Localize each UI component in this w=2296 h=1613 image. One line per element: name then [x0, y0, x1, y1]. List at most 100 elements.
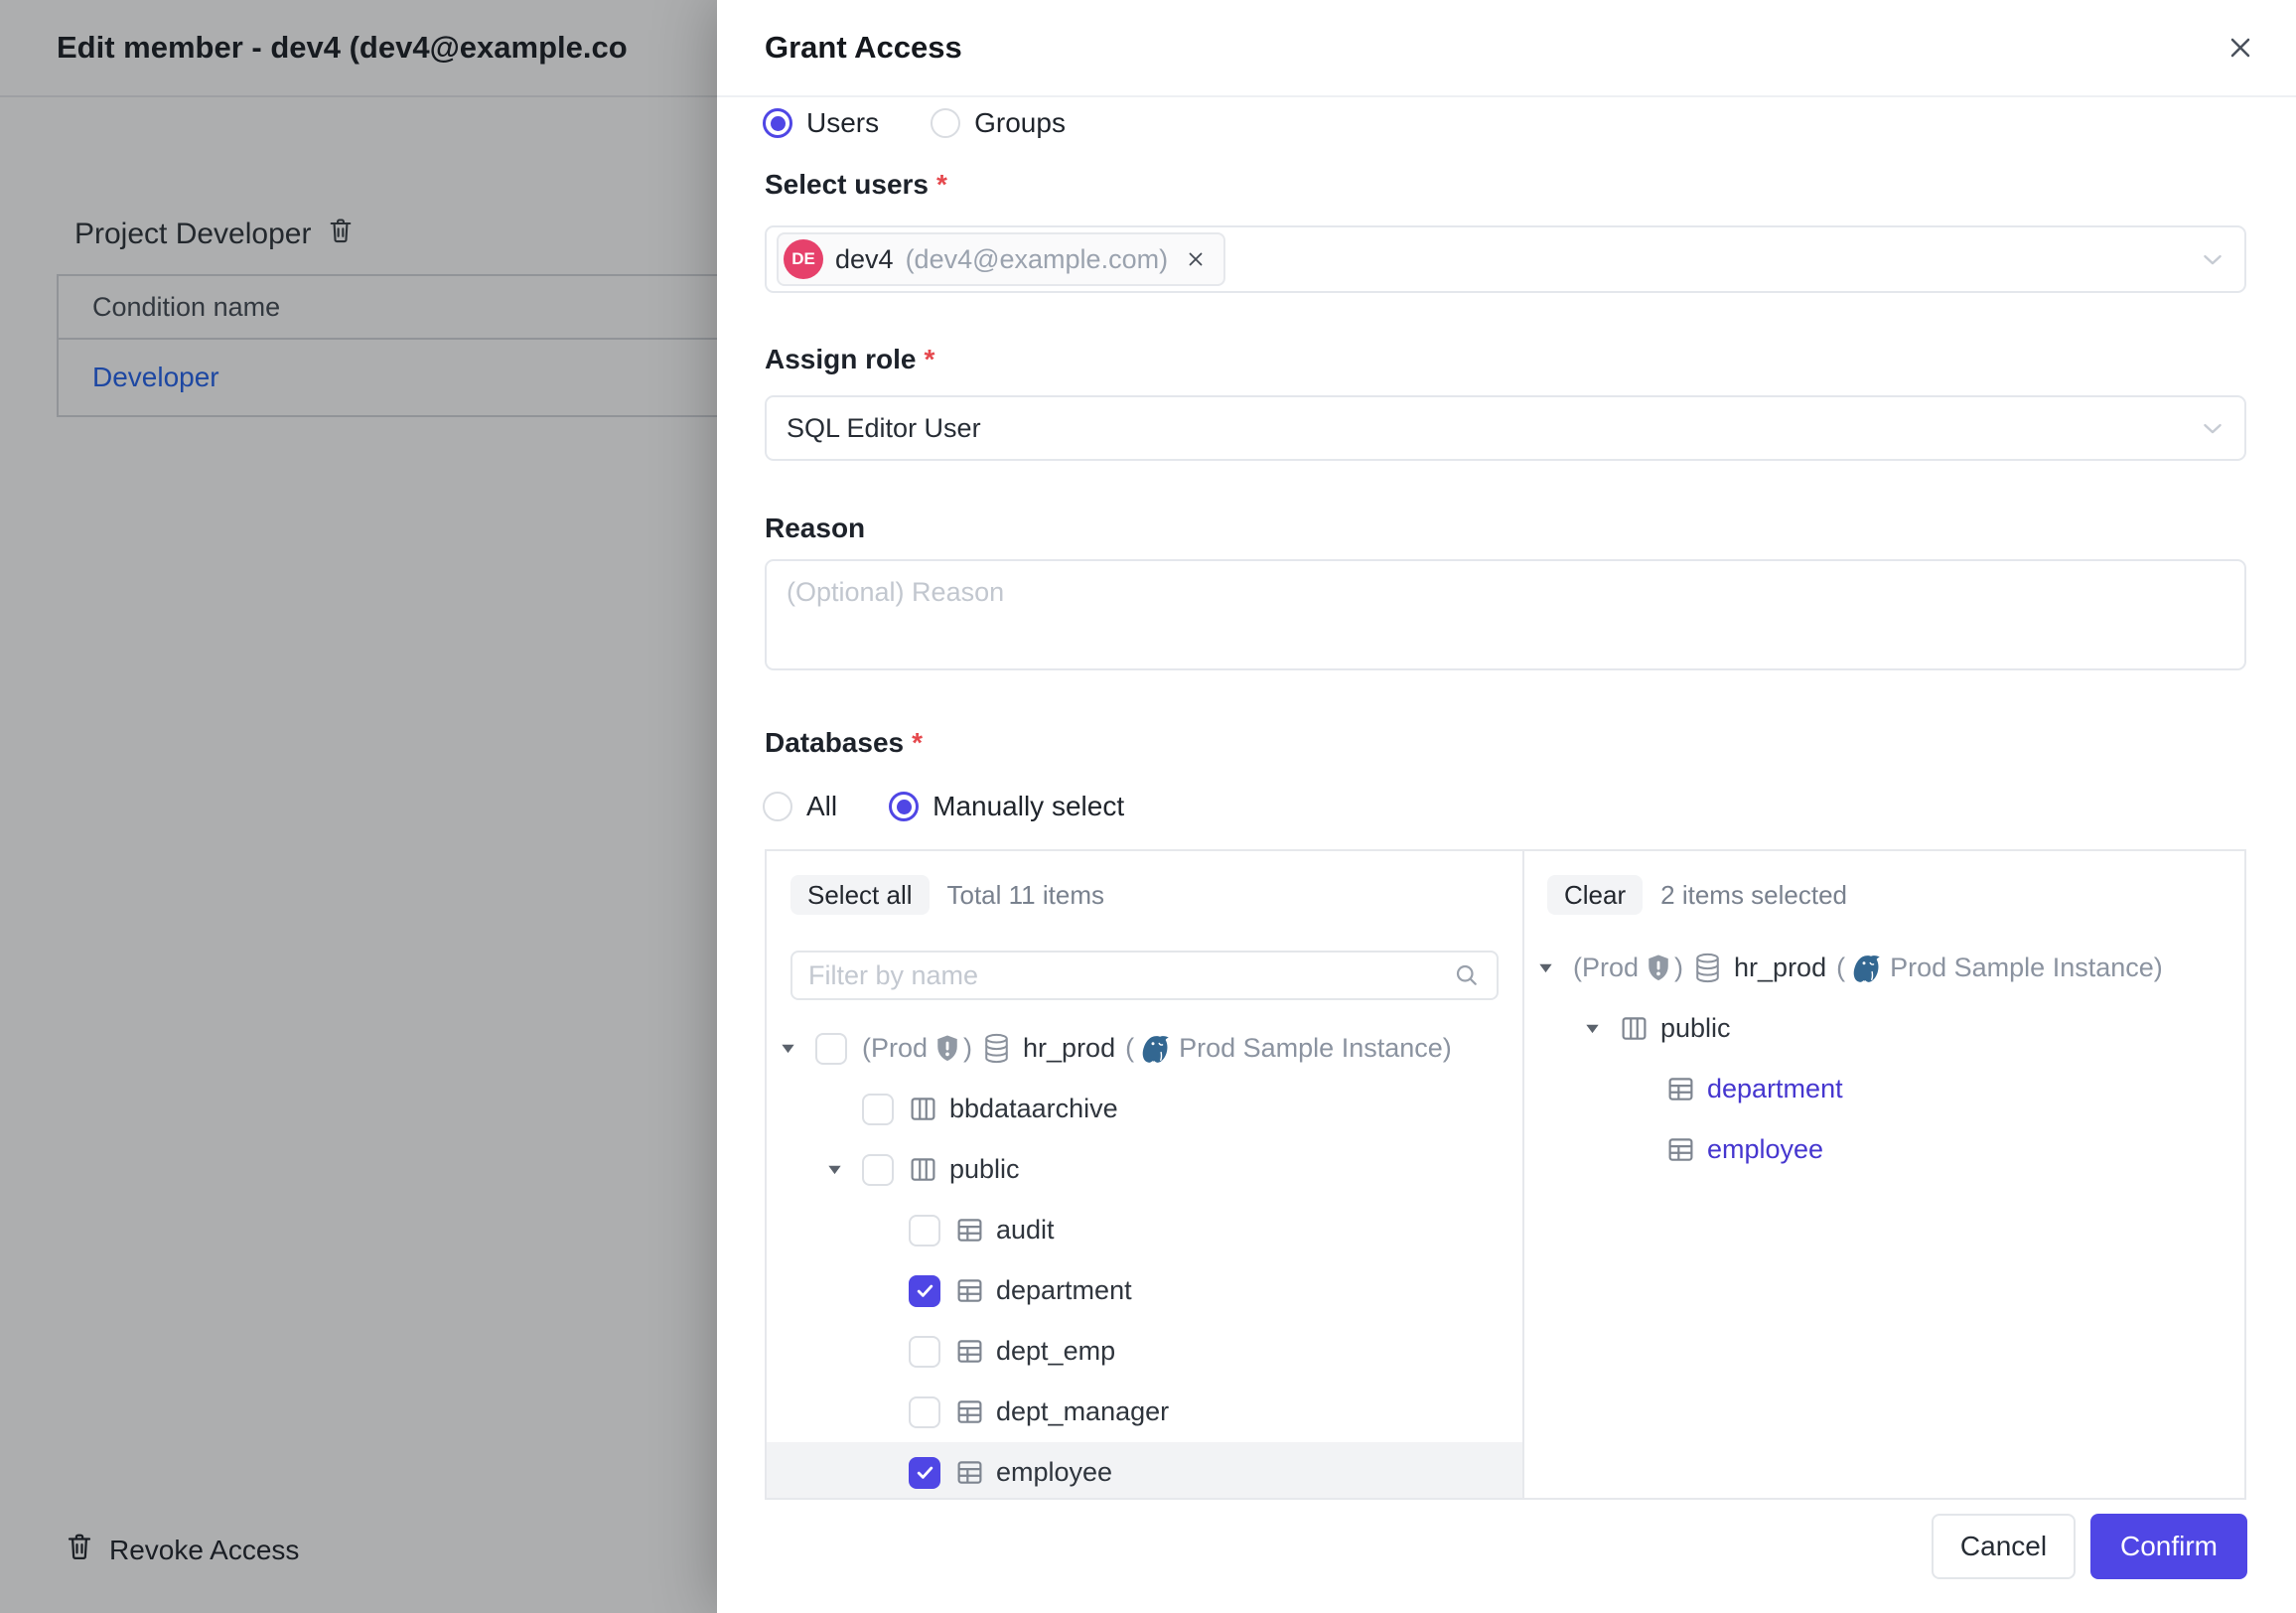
checkbox-dept_emp[interactable]: [909, 1336, 940, 1368]
shield-icon: [1646, 953, 1671, 982]
target-tree: (Prod)hr_prod(Prod Sample Instance)publi…: [1524, 938, 2244, 1498]
filter-input[interactable]: [792, 960, 1453, 991]
tree-item-label: public: [949, 1154, 1020, 1185]
select-users-label: Select users*: [765, 169, 947, 201]
environment-label: (Prod: [1573, 953, 1639, 983]
postgres-icon: [1141, 1033, 1172, 1064]
tree-row-dept_manager[interactable]: dept_manager: [767, 1382, 1522, 1442]
transfer-target-panel: Clear 2 items selected (Prod)hr_prod(Pro…: [1524, 851, 2244, 1498]
databases-mode-radio-group: All Manually select: [763, 791, 1124, 822]
table-icon: [955, 1337, 984, 1366]
radio-label: Users: [806, 107, 879, 139]
caret-down-icon[interactable]: [826, 1163, 862, 1176]
radio-label: All: [806, 791, 837, 822]
screen: Edit member - dev4 (dev4@example.co Proj…: [0, 0, 2296, 1613]
checkbox-bbdataarchive[interactable]: [862, 1094, 894, 1125]
tree-item-label: employee: [996, 1457, 1112, 1488]
user-chip: DE dev4 (dev4@example.com): [777, 232, 1225, 286]
radio-groups[interactable]: Groups: [931, 107, 1066, 139]
database-icon: [1693, 953, 1722, 983]
source-tree: (Prod) hr_prod ( Prod Sample Instance) bbdat…: [767, 1018, 1522, 1498]
grant-access-modal: Grant Access Users Groups Select users* D…: [717, 0, 2296, 1613]
tree-item-label: employee: [1707, 1134, 1823, 1165]
checkbox-department[interactable]: [909, 1275, 940, 1307]
database-icon: [982, 1033, 1011, 1064]
tree-row-bbdataarchive[interactable]: bbdataarchive: [767, 1079, 1522, 1139]
tree-item-label: audit: [996, 1215, 1055, 1246]
instance-label: Prod Sample Instance): [1890, 953, 2163, 983]
instance-label-open: (: [1125, 1033, 1134, 1064]
environment-label-close: ): [1674, 953, 1683, 983]
tree-row-employee[interactable]: employee: [1524, 1119, 2244, 1180]
radio-dot-icon: [931, 108, 960, 138]
tree-row-dept_emp[interactable]: dept_emp: [767, 1321, 1522, 1382]
instance-label-open: (: [1836, 953, 1845, 983]
tree-item-label: public: [1660, 1013, 1731, 1044]
search-icon: [1453, 961, 1481, 989]
tree-row-hr_prod[interactable]: (Prod)hr_prod(Prod Sample Instance): [1524, 938, 2244, 998]
tree-row-employee[interactable]: employee: [767, 1442, 1522, 1498]
schema-icon: [1620, 1014, 1649, 1043]
user-chip-email: (dev4@example.com): [906, 244, 1169, 275]
radio-dot-icon: [763, 108, 792, 138]
clear-button[interactable]: Clear: [1547, 875, 1643, 915]
table-icon: [955, 1458, 984, 1487]
tree-row-hr_prod[interactable]: (Prod) hr_prod ( Prod Sample Instance): [767, 1018, 1522, 1079]
databases-label: Databases*: [765, 727, 923, 759]
tree-item-label: department: [996, 1275, 1132, 1306]
instance-label: Prod Sample Instance): [1179, 1033, 1452, 1064]
tree-row-public[interactable]: public: [767, 1139, 1522, 1200]
environment-label-close: ): [963, 1033, 972, 1064]
checkbox-dept_manager[interactable]: [909, 1396, 940, 1428]
assign-role-select[interactable]: SQL Editor User: [765, 395, 2246, 461]
tree-item-label: hr_prod: [1023, 1033, 1115, 1064]
caret-down-icon[interactable]: [780, 1042, 815, 1055]
chevron-down-icon: [2199, 245, 2226, 273]
close-icon[interactable]: [2219, 26, 2262, 70]
database-transfer: Select all Total 11 items (Prod)hr_prod(…: [765, 849, 2246, 1500]
schema-icon: [909, 1155, 937, 1184]
reason-label: Reason: [765, 513, 865, 544]
tree-row-audit[interactable]: audit: [767, 1200, 1522, 1260]
modal-footer: Cancel Confirm: [1932, 1514, 2247, 1579]
tree-row-department[interactable]: department: [1524, 1059, 2244, 1119]
required-asterisk: *: [936, 169, 947, 200]
modal-header: Grant Access: [717, 0, 2296, 97]
radio-manually-select[interactable]: Manually select: [889, 791, 1124, 822]
checkbox-public[interactable]: [862, 1154, 894, 1186]
reason-textarea[interactable]: [767, 561, 2244, 668]
table-icon: [955, 1276, 984, 1305]
schema-icon: [909, 1095, 937, 1123]
cancel-button[interactable]: Cancel: [1932, 1514, 2076, 1579]
checkbox-audit[interactable]: [909, 1215, 940, 1246]
caret-down-icon[interactable]: [1537, 961, 1573, 974]
radio-dot-icon: [763, 792, 792, 821]
remove-user-icon[interactable]: [1184, 247, 1208, 271]
required-asterisk: *: [924, 344, 934, 374]
assign-role-label: Assign role*: [765, 344, 934, 375]
table-icon: [1666, 1135, 1695, 1164]
table-icon: [1666, 1075, 1695, 1103]
table-icon: [955, 1397, 984, 1426]
select-all-button[interactable]: Select all: [790, 875, 930, 915]
total-items-label: Total 11 items: [947, 880, 1104, 911]
chevron-down-icon: [2199, 414, 2226, 442]
radio-all[interactable]: All: [763, 791, 837, 822]
filter-input-wrap: [790, 951, 1499, 1000]
selected-items-label: 2 items selected: [1660, 880, 1847, 911]
confirm-button[interactable]: Confirm: [2090, 1514, 2247, 1579]
checkbox-employee[interactable]: [909, 1457, 940, 1489]
checkbox-hr_prod[interactable]: [815, 1033, 847, 1065]
tree-row-department[interactable]: department: [767, 1260, 1522, 1321]
radio-users[interactable]: Users: [763, 107, 879, 139]
tree-row-public[interactable]: public: [1524, 998, 2244, 1059]
radio-label: Manually select: [933, 791, 1124, 822]
tree-item-label: department: [1707, 1074, 1843, 1104]
caret-down-icon[interactable]: [1584, 1022, 1620, 1035]
environment-label: (Prod: [862, 1033, 928, 1064]
modal-title: Grant Access: [765, 30, 2219, 66]
select-users-input[interactable]: DE dev4 (dev4@example.com): [765, 225, 2246, 293]
required-asterisk: *: [912, 727, 923, 758]
tree-item-label: dept_emp: [996, 1336, 1115, 1367]
shield-icon: [934, 1034, 960, 1063]
